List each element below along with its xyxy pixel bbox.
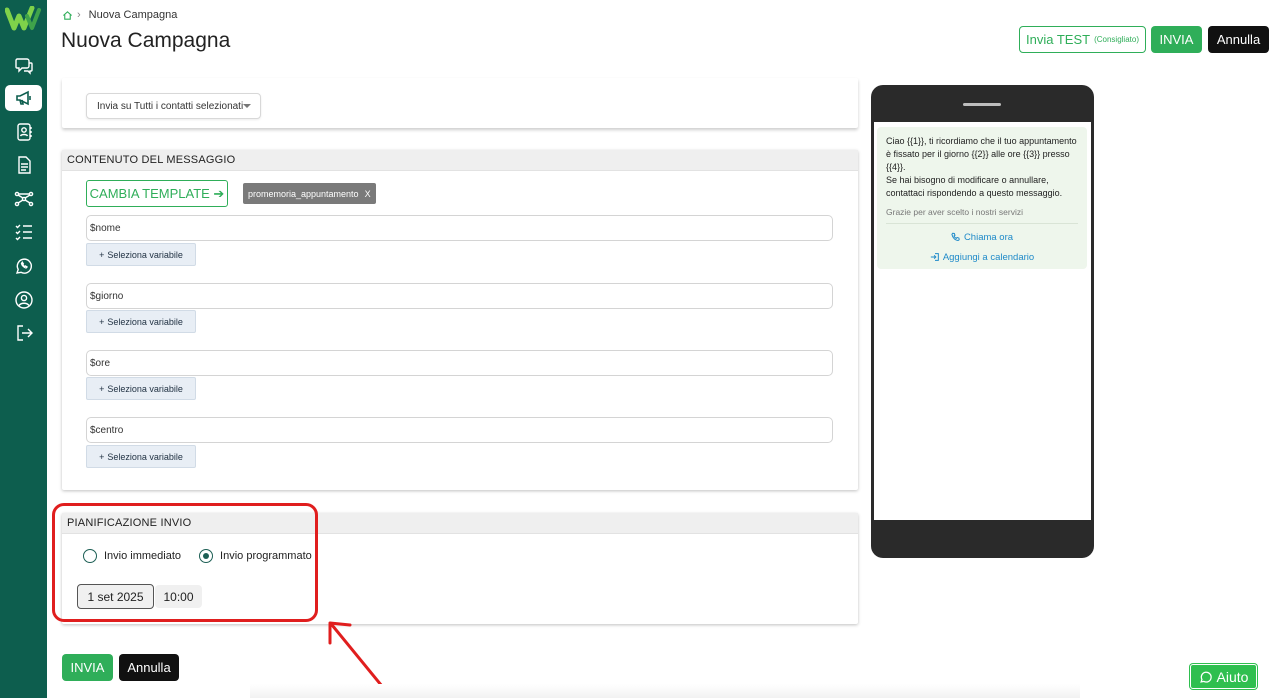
calendar-add-icon <box>930 253 939 261</box>
variable-input-nome[interactable] <box>86 215 833 241</box>
phone-notch <box>963 103 1001 106</box>
radio-immediate[interactable]: Invio immediato <box>83 549 181 563</box>
page-title: Nuova Campagna <box>61 29 231 52</box>
recipients-card: Invia su Tutti i contatti selezionati <box>62 78 858 128</box>
preview-call-label: Chiama ora <box>963 231 1014 243</box>
schedule-section-title: PIANIFICAZIONE INVIO <box>62 513 858 534</box>
variable-input-centro[interactable] <box>86 417 833 443</box>
chevron-down-icon <box>243 104 251 108</box>
sidebar-item-campaigns[interactable] <box>5 85 42 111</box>
phone-icon <box>951 232 960 242</box>
schedule-options: Invio immediato Invio programmato <box>83 549 312 563</box>
preview-footer: Grazie per aver scelto i nostri servizi <box>886 206 1078 224</box>
template-tag-remove[interactable]: X <box>365 189 371 199</box>
plus-icon: + <box>99 316 105 327</box>
user-icon <box>14 291 33 309</box>
variable-input-giorno[interactable] <box>86 283 833 309</box>
send-test-button[interactable]: Invia TEST (Consigliato) <box>1019 26 1146 53</box>
document-icon <box>17 156 31 174</box>
variable-input-ore[interactable] <box>86 350 833 376</box>
send-test-hint: (Consigliato) <box>1094 35 1139 44</box>
date-field[interactable]: 1 set 2025 <box>77 584 154 609</box>
template-tag-label: promemoria_appuntamento <box>248 188 359 199</box>
radio-scheduled-label: Invio programmato <box>220 550 312 562</box>
sidebar-item-logout[interactable] <box>5 320 42 346</box>
message-bubble: Ciao {{1}}, ti ricordiamo che il tuo app… <box>877 127 1087 269</box>
breadcrumb-separator: › <box>77 9 81 21</box>
recipients-dropdown[interactable]: Invia su Tutti i contatti selezionati <box>86 93 261 119</box>
whatsapp-icon <box>15 258 32 274</box>
sidebar-item-flows[interactable] <box>5 186 42 212</box>
preview-call-button[interactable]: Chiama ora <box>886 227 1078 247</box>
recipients-dropdown-value: Invia su Tutti i contatti selezionati <box>97 100 244 112</box>
message-section-title: CONTENUTO DEL MESSAGGIO <box>62 150 858 171</box>
template-tag: promemoria_appuntamento X <box>243 183 376 204</box>
send-button-top[interactable]: INVIA <box>1151 26 1202 53</box>
radio-circle-scheduled <box>199 549 214 563</box>
select-variable-button[interactable]: + Seleziona variabile <box>86 445 196 468</box>
select-variable-label: Seleziona variabile <box>107 316 183 327</box>
sidebar-item-tasks[interactable] <box>5 219 42 245</box>
send-test-label: Invia TEST <box>1026 32 1091 47</box>
plus-icon: + <box>99 451 105 462</box>
send-button-bottom[interactable]: INVIA <box>62 654 113 681</box>
flow-icon <box>14 191 33 207</box>
logout-icon <box>16 325 33 341</box>
schedule-card: PIANIFICAZIONE INVIO Invio immediato Inv… <box>62 513 858 624</box>
select-variable-label: Seleziona variabile <box>107 383 183 394</box>
megaphone-icon <box>15 90 31 106</box>
radio-circle-immediate <box>83 549 97 563</box>
select-variable-label: Seleziona variabile <box>107 451 183 462</box>
sidebar-item-contacts[interactable] <box>5 119 42 145</box>
preview-calendar-button[interactable]: Aggiungi a calendario <box>886 247 1078 267</box>
annotation-arrow-icon <box>328 621 388 693</box>
help-label: Aiuto <box>1216 668 1249 685</box>
sidebar-item-chat[interactable] <box>5 52 42 78</box>
cancel-button-bottom[interactable]: Annulla <box>119 654 179 681</box>
home-icon[interactable] <box>62 10 73 21</box>
help-button[interactable]: Aiuto <box>1190 664 1257 689</box>
preview-calendar-label: Aggiungi a calendario <box>942 251 1035 263</box>
sidebar-item-profile[interactable] <box>5 287 42 313</box>
checklist-icon <box>15 224 32 241</box>
select-variable-button[interactable]: + Seleziona variabile <box>86 377 196 400</box>
radio-scheduled[interactable]: Invio programmato <box>199 549 312 563</box>
sidebar-item-templates[interactable] <box>5 152 42 178</box>
preview-body-2: Se hai bisogno di modificare o annullare… <box>886 175 1063 198</box>
app-logo[interactable] <box>5 6 42 32</box>
contacts-icon <box>16 123 32 141</box>
chat-icon <box>14 58 33 75</box>
select-variable-label: Seleziona variabile <box>107 249 183 260</box>
bottom-scroll-shadow <box>250 684 1080 698</box>
sidebar-item-whatsapp[interactable] <box>5 253 42 279</box>
change-template-button[interactable]: CAMBIA TEMPLATE ➔ <box>86 180 228 207</box>
phone-screen: Ciao {{1}}, ti ricordiamo che il tuo app… <box>874 122 1091 520</box>
phone-preview: Ciao {{1}}, ti ricordiamo che il tuo app… <box>871 85 1094 558</box>
preview-body: Ciao {{1}}, ti ricordiamo che il tuo app… <box>886 136 1077 172</box>
message-content-card: CONTENUTO DEL MESSAGGIO CAMBIA TEMPLATE … <box>62 150 858 490</box>
cancel-button-top[interactable]: Annulla <box>1208 26 1269 53</box>
plus-icon: + <box>99 383 105 394</box>
breadcrumb-current: Nuova Campagna <box>88 9 178 21</box>
breadcrumb: › Nuova Campagna <box>62 9 177 21</box>
whatsapp-icon <box>1199 671 1212 683</box>
radio-immediate-label: Invio immediato <box>104 550 182 562</box>
select-variable-button[interactable]: + Seleziona variabile <box>86 310 196 333</box>
plus-icon: + <box>99 249 105 260</box>
time-field[interactable]: 10:00 <box>155 585 202 608</box>
sidebar <box>0 0 47 698</box>
select-variable-button[interactable]: + Seleziona variabile <box>86 243 196 266</box>
